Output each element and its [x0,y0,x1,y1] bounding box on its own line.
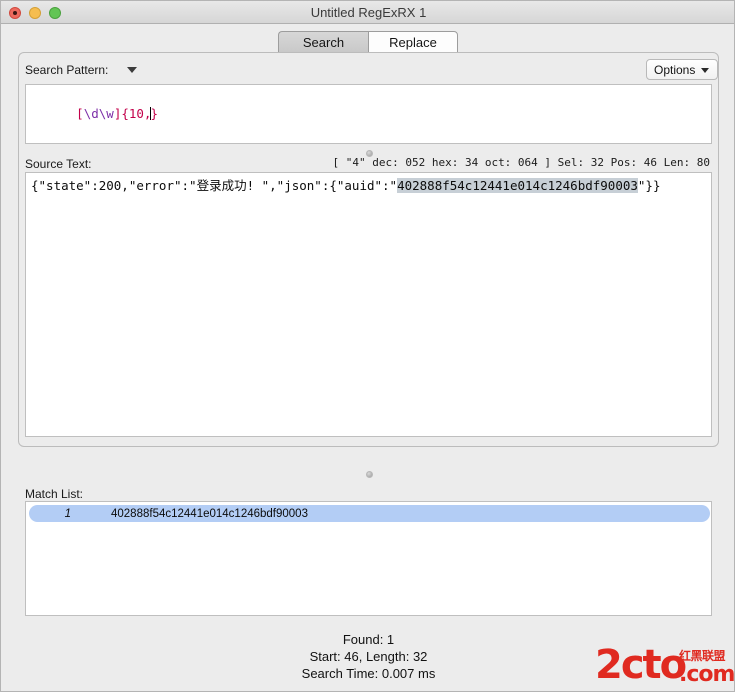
watermark-domain-text: .com [679,662,735,687]
search-pattern-input[interactable]: [\d\w]{10,} [25,84,712,144]
window-title: Untitled RegExRX 1 [310,5,427,20]
window-titlebar: Untitled RegExRX 1 [1,1,734,24]
source-text-prefix: {"state":200,"error":"登录成功! ","json":{"a… [31,178,398,193]
source-text-value: {"state":200,"error":"登录成功! ","json":{"a… [31,178,660,194]
match-list-label: Match List: [25,487,84,501]
regexrx-window: Untitled RegExRX 1 Search Replace Search… [0,0,735,692]
regex-token-quantifier-close: } [150,106,158,121]
watermark-logo: 2cto 红黑联盟 .com [595,642,734,688]
chevron-down-icon-pattern-history[interactable] [127,67,137,73]
options-button[interactable]: Options [646,59,718,80]
regex-token-open-class: [ [76,106,84,121]
search-pattern-label: Search Pattern: [25,63,109,77]
regex-token-word-escape: \w [98,106,114,121]
source-text-suffix: "}} [637,178,661,193]
splitter-handle-lower[interactable] [366,471,373,478]
tab-replace[interactable]: Replace [368,31,458,53]
tab-search[interactable]: Search [278,31,368,53]
character-info-readout: [ "4" dec: 052 hex: 34 oct: 064 ] Sel: 3… [332,156,711,169]
splitter-handle-upper[interactable] [366,150,373,157]
match-row-index: 1 [64,507,71,520]
options-button-label: Options [654,62,696,77]
match-list-panel[interactable]: 1 402888f54c12441e014c1246bdf90003 [25,501,712,616]
search-pattern-value: [\d\w]{10,} [31,90,158,138]
regex-token-digit-escape: \d [83,106,99,121]
match-row-value: 402888f54c12441e014c1246bdf90003 [111,507,308,520]
source-text-selection: 402888f54c12441e014c1246bdf90003 [397,178,638,193]
source-text-label: Source Text: [25,157,92,171]
source-text-input[interactable]: {"state":200,"error":"登录成功! ","json":{"a… [25,172,712,437]
match-list-row[interactable]: 1 402888f54c12441e014c1246bdf90003 [29,505,710,522]
regex-token-quantifier-open: {10, [121,106,152,121]
watermark-main-text: 2cto [595,642,687,688]
chevron-down-icon-options [701,68,709,73]
